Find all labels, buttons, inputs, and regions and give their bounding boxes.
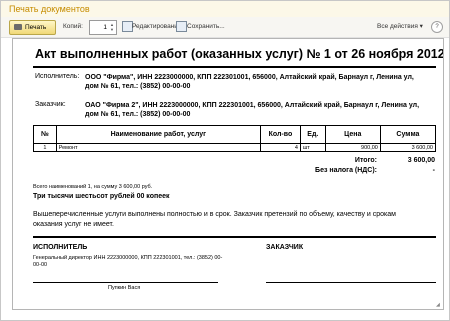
title-bar: Печать документов [1, 1, 449, 17]
total-label: Итого: [354, 157, 377, 164]
summary-line: Всего наименований 1, на сумму 3 600,00 … [33, 184, 153, 190]
copies-value: 1 [103, 24, 107, 31]
print-button-label: Печать [25, 24, 47, 31]
sum-in-words: Три тысячи шестьсот рублей 00 копеек [33, 193, 170, 200]
title-divider [33, 66, 436, 68]
printer-icon [14, 24, 22, 30]
services-table: № Наименование работ, услуг Кол-во Ед. Ц… [33, 125, 437, 152]
signature-divider [33, 236, 436, 238]
total-value: 3 600,00 [407, 157, 435, 164]
customer-signature-heading: ЗАКАЗЧИК [266, 244, 304, 251]
save-button[interactable]: Сохранить... [187, 20, 225, 33]
customer-label: Заказчик: [35, 101, 66, 108]
print-button[interactable]: Печать [9, 20, 56, 35]
executor-signature-name: Пупкин Вася [108, 285, 141, 291]
completion-note: Вышеперечисленные услуги выполнены полно… [33, 211, 396, 228]
col-unit: Ед. [299, 125, 326, 144]
scroll-corner-icon[interactable]: ◢ [436, 302, 441, 308]
copies-stepper[interactable]: 1 ▲ ▼ [89, 20, 117, 35]
customer-details: ОАО "Фирма 2", ИНН 2223000000, КПП 22230… [85, 102, 420, 118]
all-actions-menu[interactable]: Все действия ▾ [377, 20, 423, 33]
toolbar: Печать Копий: 1 ▲ ▼ Редактирование Сохран… [1, 17, 449, 38]
executor-details: ООО "Фирма", ИНН 2223000000, КПП 2223010… [85, 74, 414, 90]
col-price: Цена [324, 125, 381, 144]
document-title: Акт выполненных работ (оказанных услуг) … [35, 47, 444, 61]
vat-label: Без налога (НДС): [315, 167, 377, 174]
executor-signature-details: Генеральный директор ИНН 2223000000, КПП… [33, 255, 223, 268]
cell-price: 900,00 [324, 143, 381, 152]
edit-button[interactable]: Редактирование [132, 20, 182, 33]
cell-qty: 4 [259, 143, 301, 152]
copies-label: Копий: [63, 23, 83, 30]
col-number: № [33, 125, 57, 144]
spin-arrows-icon[interactable]: ▲ ▼ [109, 22, 115, 32]
executor-signature-heading: ИСПОЛНИТЕЛЬ [33, 244, 88, 251]
print-documents-window: Печать документов Печать Копий: 1 ▲ ▼ Ред… [0, 0, 450, 321]
cell-number: 1 [33, 143, 57, 152]
document-preview[interactable]: Акт выполненных работ (оказанных услуг) … [12, 38, 444, 310]
cell-name: Ремонт [55, 143, 261, 152]
cell-unit: шт [299, 143, 326, 152]
executor-signature-line [33, 282, 218, 283]
table-row: 1 Ремонт 4 шт 900,00 3 600,00 [33, 143, 437, 152]
window-title: Печать документов [9, 4, 90, 14]
table-header-row: № Наименование работ, услуг Кол-во Ед. Ц… [33, 125, 437, 144]
executor-label: Исполнитель: [35, 73, 80, 80]
col-qty: Кол-во [259, 125, 301, 144]
col-name: Наименование работ, услуг [55, 125, 261, 144]
customer-signature-line [266, 282, 436, 283]
help-icon[interactable]: ? [431, 21, 443, 33]
cell-sum: 3 600,00 [379, 143, 437, 152]
col-sum: Сумма [379, 125, 437, 144]
vat-value: - [432, 167, 435, 174]
save-icon[interactable] [176, 21, 187, 32]
